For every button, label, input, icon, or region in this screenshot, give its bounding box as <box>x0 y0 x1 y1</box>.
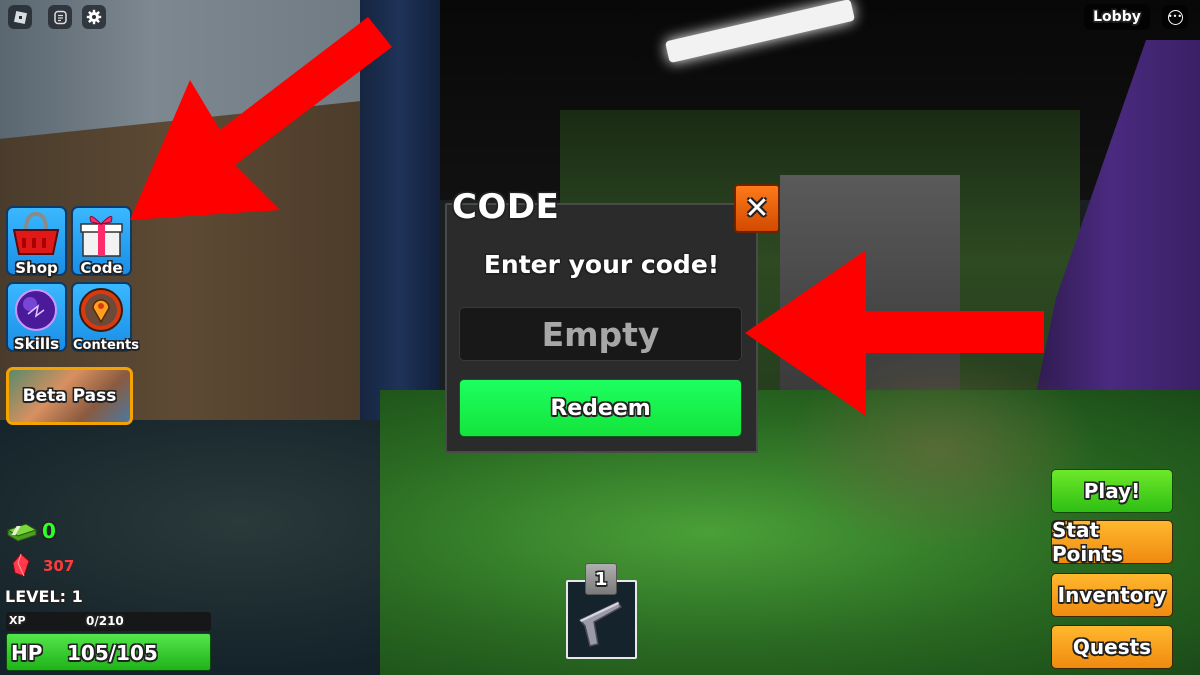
purple-orb-icon <box>15 289 57 331</box>
cash-value: 0 <box>42 519 56 543</box>
shopping-basket-icon <box>12 211 60 255</box>
xp-value: 0/210 <box>86 614 124 628</box>
xp-bar: XP 0/210 <box>6 612 211 631</box>
more-options-button[interactable]: ••• <box>1162 5 1188 29</box>
xp-label: XP <box>9 614 26 627</box>
contents-label: Contents <box>73 338 139 353</box>
hp-bar: HP 105/105 <box>6 633 211 671</box>
settings-button[interactable] <box>82 5 106 29</box>
code-input[interactable] <box>459 307 742 361</box>
ellipsis-icon: ••• <box>1167 9 1183 25</box>
shop-button[interactable]: Shop <box>6 206 67 277</box>
close-button[interactable]: ✕ <box>734 184 780 233</box>
cash-icon <box>6 523 38 542</box>
chat-button[interactable] <box>48 5 72 29</box>
code-button[interactable]: Code <box>71 206 132 277</box>
hp-label: HP <box>11 641 43 665</box>
redeem-button[interactable]: Redeem <box>459 379 742 437</box>
gems-value: 307 <box>43 557 75 575</box>
roblox-menu-button[interactable] <box>8 5 32 29</box>
beta-pass-button[interactable]: Beta Pass <box>6 367 133 425</box>
roblox-logo-icon <box>13 10 27 24</box>
close-icon: ✕ <box>744 191 770 226</box>
hotbar-slot-number: 1 <box>585 563 617 595</box>
chat-icon <box>53 10 67 24</box>
settings-gear-icon <box>86 9 102 25</box>
hp-value: 105/105 <box>67 641 158 665</box>
contents-button[interactable]: Contents <box>71 282 139 353</box>
stat-points-button[interactable]: Stat Points <box>1051 518 1173 566</box>
shop-label: Shop <box>15 259 58 277</box>
code-label: Code <box>80 259 123 277</box>
skills-label: Skills <box>13 335 60 353</box>
level-label: LEVEL: 1 <box>5 587 83 606</box>
gem-icon <box>12 553 30 577</box>
dialog-title: CODE <box>452 187 560 227</box>
server-label: Lobby <box>1084 4 1150 30</box>
dialog-prompt: Enter your code! <box>483 250 720 279</box>
play-button[interactable]: Play! <box>1051 469 1173 513</box>
gift-box-icon <box>80 216 123 257</box>
inventory-button[interactable]: Inventory <box>1051 573 1173 617</box>
quests-button[interactable]: Quests <box>1051 625 1173 669</box>
skills-button[interactable]: Skills <box>6 282 67 353</box>
location-pin-icon <box>79 288 123 332</box>
